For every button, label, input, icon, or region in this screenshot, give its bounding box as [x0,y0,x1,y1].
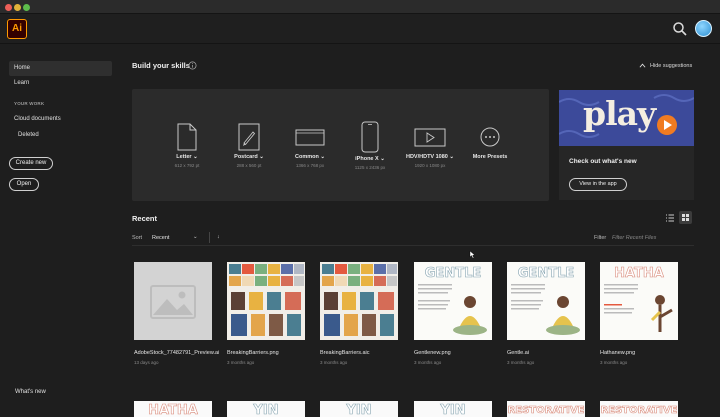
file-card-partial[interactable]: RESTORATIVE [600,401,678,417]
close-window-button[interactable] [5,4,12,11]
postcard-brush-icon [238,123,260,151]
sort-dropdown[interactable]: Recent [152,235,169,241]
preset-name: Common ⌄ [295,154,325,160]
breaking-barriers-artwork [322,264,397,336]
preset-dimensions: 288 x 560 pt [236,163,262,168]
file-thumbnail [227,262,305,340]
build-skills-title: Build your skills [132,61,190,70]
window-titlebar [0,0,720,14]
file-date: 3 months ago [414,360,442,365]
file-name: Hathanew.png [600,350,636,356]
preset-name: HDV/HDTV 1080 ⌄ [405,154,455,160]
file-date: 3 months ago [320,360,348,365]
promo-title: Check out what's new [569,158,637,165]
file-thumbnail: GENTLE [507,262,585,340]
screen-icon [295,129,325,146]
sidebar-item-home[interactable]: Home [9,61,112,76]
sort-label: Sort [132,235,143,241]
file-date: 3 months ago [600,360,628,365]
file-card-partial[interactable]: HATHA [134,401,212,417]
list-view-icon[interactable] [665,213,675,223]
phone-icon [361,121,379,153]
file-card-partial[interactable]: RESTORATIVE [507,401,585,417]
zoom-window-button[interactable] [23,4,30,11]
chevron-up-icon[interactable] [639,62,646,69]
illustrator-logo: Ai [7,19,27,39]
preset-name: Postcard ⌄ [234,154,264,160]
chevron-down-icon: ⌄ [380,156,385,162]
sidebar-item-learn[interactable]: Learn [9,76,112,91]
whats-new-link[interactable]: What's new [9,385,112,400]
avatar[interactable] [695,20,712,37]
file-date: 3 months ago [227,360,255,365]
minimize-window-button[interactable] [14,4,21,11]
filter-input[interactable]: Filter Recent Files [612,235,656,241]
chevron-down-icon[interactable]: ⌄ [193,234,198,240]
thumbnail-title: GENTLE [517,266,575,282]
image-placeholder-icon [150,285,196,319]
file-name: BreakingBarriers.png [227,350,279,356]
grid-view-icon [682,214,689,221]
file-date: 13 days ago [134,360,159,365]
preset-name: iPhone X ⌄ [355,156,385,162]
open-button[interactable]: Open [9,178,39,191]
breaking-barriers-artwork [229,264,304,336]
preset-dimensions: 1920 x 1080 px [414,163,446,168]
preset-letter[interactable]: Letter ⌄ 612 x 792 pt [157,123,217,168]
file-thumbnail [134,262,212,340]
file-card-partial[interactable]: YIN [414,401,492,417]
info-icon[interactable] [188,61,197,70]
chevron-down-icon: ⌄ [320,154,325,160]
app-header: Ai [0,14,720,44]
chevron-down-icon: ⌄ [259,154,264,160]
recent-title: Recent [132,214,158,223]
preset-more[interactable]: More Presets [460,123,520,160]
preset-dimensions: 1366 x 768 px [295,163,325,168]
preset-postcard[interactable]: Postcard ⌄ 288 x 560 pt [219,123,279,168]
file-card-partial[interactable]: YIN [227,401,305,417]
preset-name: More Presets [472,154,508,160]
preset-dimensions: 1125 x 2436 px [354,165,386,170]
preset-common[interactable]: Common ⌄ 1366 x 768 px [280,123,340,168]
whats-new-promo: play Check out what's new View in the ap… [559,90,694,200]
filter-underline [132,245,694,246]
preset-panel: Letter ⌄ 612 x 792 pt Postcard ⌄ 288 x 5… [132,89,549,201]
play-icon [657,115,677,135]
preset-iphone-x[interactable]: iPhone X ⌄ 1125 x 2436 px [340,121,400,170]
chevron-down-icon: ⌄ [449,154,455,160]
document-icon [177,123,197,151]
file-name: Gentle.ai [507,350,530,356]
file-date: 3 months ago [507,360,535,365]
view-in-app-button[interactable]: View in the app [569,178,627,191]
create-new-button[interactable]: Create new [9,157,53,170]
filter-label: Filter [594,235,607,241]
preset-name: Letter ⌄ [176,154,198,160]
file-name: Gentlenew.png [414,350,451,356]
file-name: AdobeStock_77482791_Preview.ai [134,350,220,356]
file-thumbnail: GENTLE [414,262,492,340]
mouse-cursor-icon [469,250,476,259]
sidebar-heading-your-work: YOUR WORK [14,101,45,106]
file-thumbnail: HATHA [600,262,678,340]
hide-suggestions-link[interactable]: Hide suggestions [650,63,692,69]
toolbar-separator [209,232,210,243]
video-icon [414,128,446,147]
preset-dimensions: 612 x 792 pt [174,163,200,168]
file-thumbnail [320,262,398,340]
more-icon [480,127,500,147]
thumbnail-title: HATHA [614,266,664,282]
promo-headline-word: play [583,94,656,133]
sidebar-item-deleted[interactable]: Deleted [9,128,112,143]
promo-image: play [559,90,694,146]
sidebar-item-cloud-documents[interactable]: Cloud documents [9,112,112,127]
preset-hdv-hdtv-1080[interactable]: HDV/HDTV 1080 ⌄ 1920 x 1080 px [400,123,460,168]
file-card-partial[interactable]: YIN [320,401,398,417]
thumbnail-title: GENTLE [424,266,482,282]
search-icon[interactable] [672,21,688,37]
file-name: BreakingBarriers.aic [320,350,370,356]
chevron-down-icon: ⌄ [193,154,198,160]
sort-direction-icon[interactable]: ↓ [217,234,220,240]
sidebar: Home Learn YOUR WORK Cloud documents Del… [0,45,119,417]
grid-view-button[interactable] [679,211,692,224]
